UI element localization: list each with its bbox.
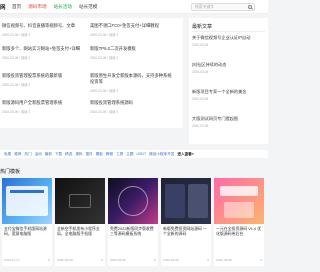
latest-article-date: 2020-03-06	[192, 97, 209, 101]
divider	[192, 31, 265, 32]
template-date: 2022-09-08	[216, 258, 232, 262]
tag-link[interactable]: 最新	[45, 152, 52, 157]
template-title[interactable]: 新版免费投资网站源码 一个全新的源码	[161, 224, 211, 246]
latest-article-title[interactable]: (8)社区持续的动态	[192, 62, 265, 68]
template-views: 0	[101, 258, 103, 262]
template-card[interactable]: 免费2022新版同步版收费三等源码模板系统 2022-09-08 0	[108, 178, 158, 266]
template-date: 2022-09-08	[57, 258, 73, 262]
article-item[interactable]: 新版原生开发全新版本源码，支持多种系统投资等 2020-03-06 / 阅读 0	[90, 73, 175, 93]
article-item[interactable]: 新版TP6.0二次开发模板 2020-03-06 / 阅读 0	[90, 46, 175, 60]
main-nav: 首页 源码市场 站长活动 站长范模	[12, 4, 97, 10]
article-title[interactable]: 新版TP6.0二次开发模板	[90, 46, 175, 52]
template-views: 0	[207, 258, 209, 262]
template-card[interactable]: 新版免费投资网站源码 一个全新的源码 2022-09-08 0	[161, 178, 211, 266]
template-meta: 2022-11-17 0	[4, 258, 50, 262]
latest-article-date: 2020-03-06	[192, 70, 209, 74]
template-thumbnail[interactable]	[55, 178, 105, 224]
template-meta: 2022-09-08 0	[110, 258, 156, 262]
article-title[interactable]: 新版投资管理股票系统的最新版	[2, 73, 87, 79]
latest-article-item[interactable]: 关于微信视频号企业认证IP自动 2020-03-06	[192, 35, 265, 47]
article-item[interactable]: 新版投资管理股票系统的最新版 2020-03-06 / 阅读 0	[2, 73, 87, 87]
tag-link[interactable]: 免费	[4, 152, 11, 157]
latest-article-item[interactable]: 新版项目专家一个全新的美金 2020-03-06	[192, 89, 265, 101]
latest-article-date: 2020-03-06	[192, 43, 209, 47]
template-thumbnail[interactable]	[214, 178, 264, 224]
tag-link[interactable]: 活动	[35, 152, 42, 157]
article-meta: 2020-03-06 / 阅读 0	[2, 109, 30, 114]
latest-articles: 最新文章 关于微信视频号企业认证IP自动 2020-03-06 (8)社区持续的动态…	[189, 18, 268, 144]
search-box[interactable]: 搜索关键字	[191, 3, 255, 11]
tag-link[interactable]: USDT	[136, 152, 146, 156]
tag-link[interactable]: 精选	[65, 152, 72, 157]
nav-item[interactable]: 站长活动	[54, 4, 72, 10]
latest-article-title[interactable]: 关于微信视频号企业认证IP自动	[192, 35, 265, 41]
article-title[interactable]: 新版投资管理系统源码	[90, 100, 175, 106]
site-brand[interactable]: 网	[0, 3, 8, 11]
search-icon[interactable]	[248, 5, 252, 9]
latest-article-title[interactable]: 新版项目专家一个全新的美金	[192, 89, 265, 95]
hot-templates-title: 热门模板	[0, 169, 21, 175]
tag-bar: 免费 推荐 热门 活动 最新 下载 精选 源码 插件 模板 教程 工具 主题 USDT 微信小程序开发 进入查…	[0, 150, 268, 158]
tag-link[interactable]: 模板	[96, 152, 103, 157]
tag-link[interactable]: 教程	[106, 152, 113, 157]
article-title[interactable]: 新版源码用户全新股票管理系统	[2, 100, 87, 106]
tag-link[interactable]: 源码	[75, 152, 82, 157]
template-card[interactable]: 全新空手机发布小程序全局，全电脑版手机版 2022-09-08 0	[55, 178, 105, 266]
template-meta: 2022-09-08 0	[163, 258, 209, 262]
latest-article-item[interactable]: (8)社区持续的动态 2020-03-06	[192, 62, 265, 74]
article-grid: 微信视频号、抖音直播等视频号、文章 2020-03-06 / 阅读 0 美图不领口F…	[0, 18, 183, 128]
article-item[interactable]: 美图不领口FC0+免签支付+详细教程 2020-03-06 / 阅读 0	[90, 23, 175, 37]
template-title[interactable]: 支付宝微信手机版网站源码，宽屏电脑版	[2, 224, 52, 246]
tag-link[interactable]: 热门	[24, 152, 31, 157]
latest-article-item[interactable]: 大版测试网页专门提起图 2020-03-06	[192, 116, 265, 128]
article-meta: 2020-03-06 / 阅读 0	[2, 32, 30, 37]
tag-link[interactable]: 下载	[55, 152, 62, 157]
article-item[interactable]: 新版多个、网站实习网站+免签支付+详细 2020-03-06 / 阅读 0	[2, 46, 87, 60]
article-meta: 2020-03-06 / 阅读 0	[90, 88, 118, 93]
template-title[interactable]: 一元在全投资源码 V1.4 优化版源码带后台	[214, 224, 264, 246]
article-title[interactable]: 新版多个、网站实习网站+免签支付+详细	[2, 46, 87, 52]
article-title[interactable]: 美图不领口FC0+免签支付+详细教程	[90, 23, 175, 29]
article-title[interactable]: 微信视频号、抖音直播等视频号、文章	[2, 23, 87, 29]
top-nav: 网 首页 源码市场 站长活动 站长范模 搜索关键字	[0, 0, 268, 14]
template-views: 0	[154, 258, 156, 262]
article-title[interactable]: 新版原生开发全新版本源码，支持多种系统投资等	[90, 73, 175, 85]
template-title[interactable]: 全新空手机发布小程序全局，全电脑版手机版	[55, 224, 105, 246]
article-meta: 2020-03-06 / 阅读 0	[90, 32, 118, 37]
tag-link[interactable]: 插件	[86, 152, 93, 157]
template-meta: 2022-09-08 0	[216, 258, 262, 262]
template-title[interactable]: 免费2022新版同步版收费三等源码模板系统	[108, 224, 158, 246]
template-date: 2022-09-08	[163, 258, 179, 262]
tag-link[interactable]: 主题	[126, 152, 133, 157]
template-views: 0	[260, 258, 262, 262]
template-thumbnail[interactable]	[161, 178, 211, 224]
article-meta: 2020-03-06 / 阅读 0	[2, 55, 30, 60]
latest-article-title[interactable]: 大版测试网页专门提起图	[192, 116, 265, 122]
latest-article-date: 2020-03-06	[192, 124, 209, 128]
template-meta: 2022-09-08 0	[57, 258, 103, 262]
tags-more-link[interactable]: 进入查看>	[177, 152, 193, 157]
search-placeholder: 搜索关键字	[195, 4, 214, 9]
nav-item[interactable]: 站长范模	[79, 4, 97, 10]
article-item[interactable]: 新版投资管理系统源码 2020-03-06 / 阅读 0	[90, 100, 175, 114]
article-item[interactable]: 微信视频号、抖音直播等视频号、文章 2020-03-06 / 阅读 0	[2, 23, 87, 37]
article-meta: 2020-03-06 / 阅读 0	[2, 82, 30, 87]
template-date: 2022-11-17	[4, 258, 20, 262]
article-meta: 2020-03-06 / 阅读 0	[90, 109, 118, 114]
tag-link[interactable]: 微信小程序开发	[149, 152, 174, 157]
tag-link[interactable]: 推荐	[14, 152, 21, 157]
template-card[interactable]: 一元在全投资源码 V1.4 优化版源码带后台 2022-09-08 0	[214, 178, 264, 266]
template-thumbnail[interactable]	[2, 178, 52, 224]
nav-item[interactable]: 源码市场	[28, 4, 46, 10]
template-card[interactable]: 支付宝微信手机版网站源码，宽屏电脑版 2022-11-17 0	[2, 178, 52, 266]
template-date: 2022-09-08	[110, 258, 126, 262]
latest-articles-heading: 最新文章	[192, 24, 213, 30]
article-item[interactable]: 新版源码用户全新股票管理系统 2020-03-06 / 阅读 0	[2, 100, 87, 114]
tag-link[interactable]: 工具	[116, 152, 123, 157]
nav-item[interactable]: 首页	[12, 4, 21, 10]
template-thumbnail[interactable]	[108, 178, 158, 224]
template-views: 0	[48, 258, 50, 262]
article-meta: 2020-03-06 / 阅读 0	[90, 55, 118, 60]
